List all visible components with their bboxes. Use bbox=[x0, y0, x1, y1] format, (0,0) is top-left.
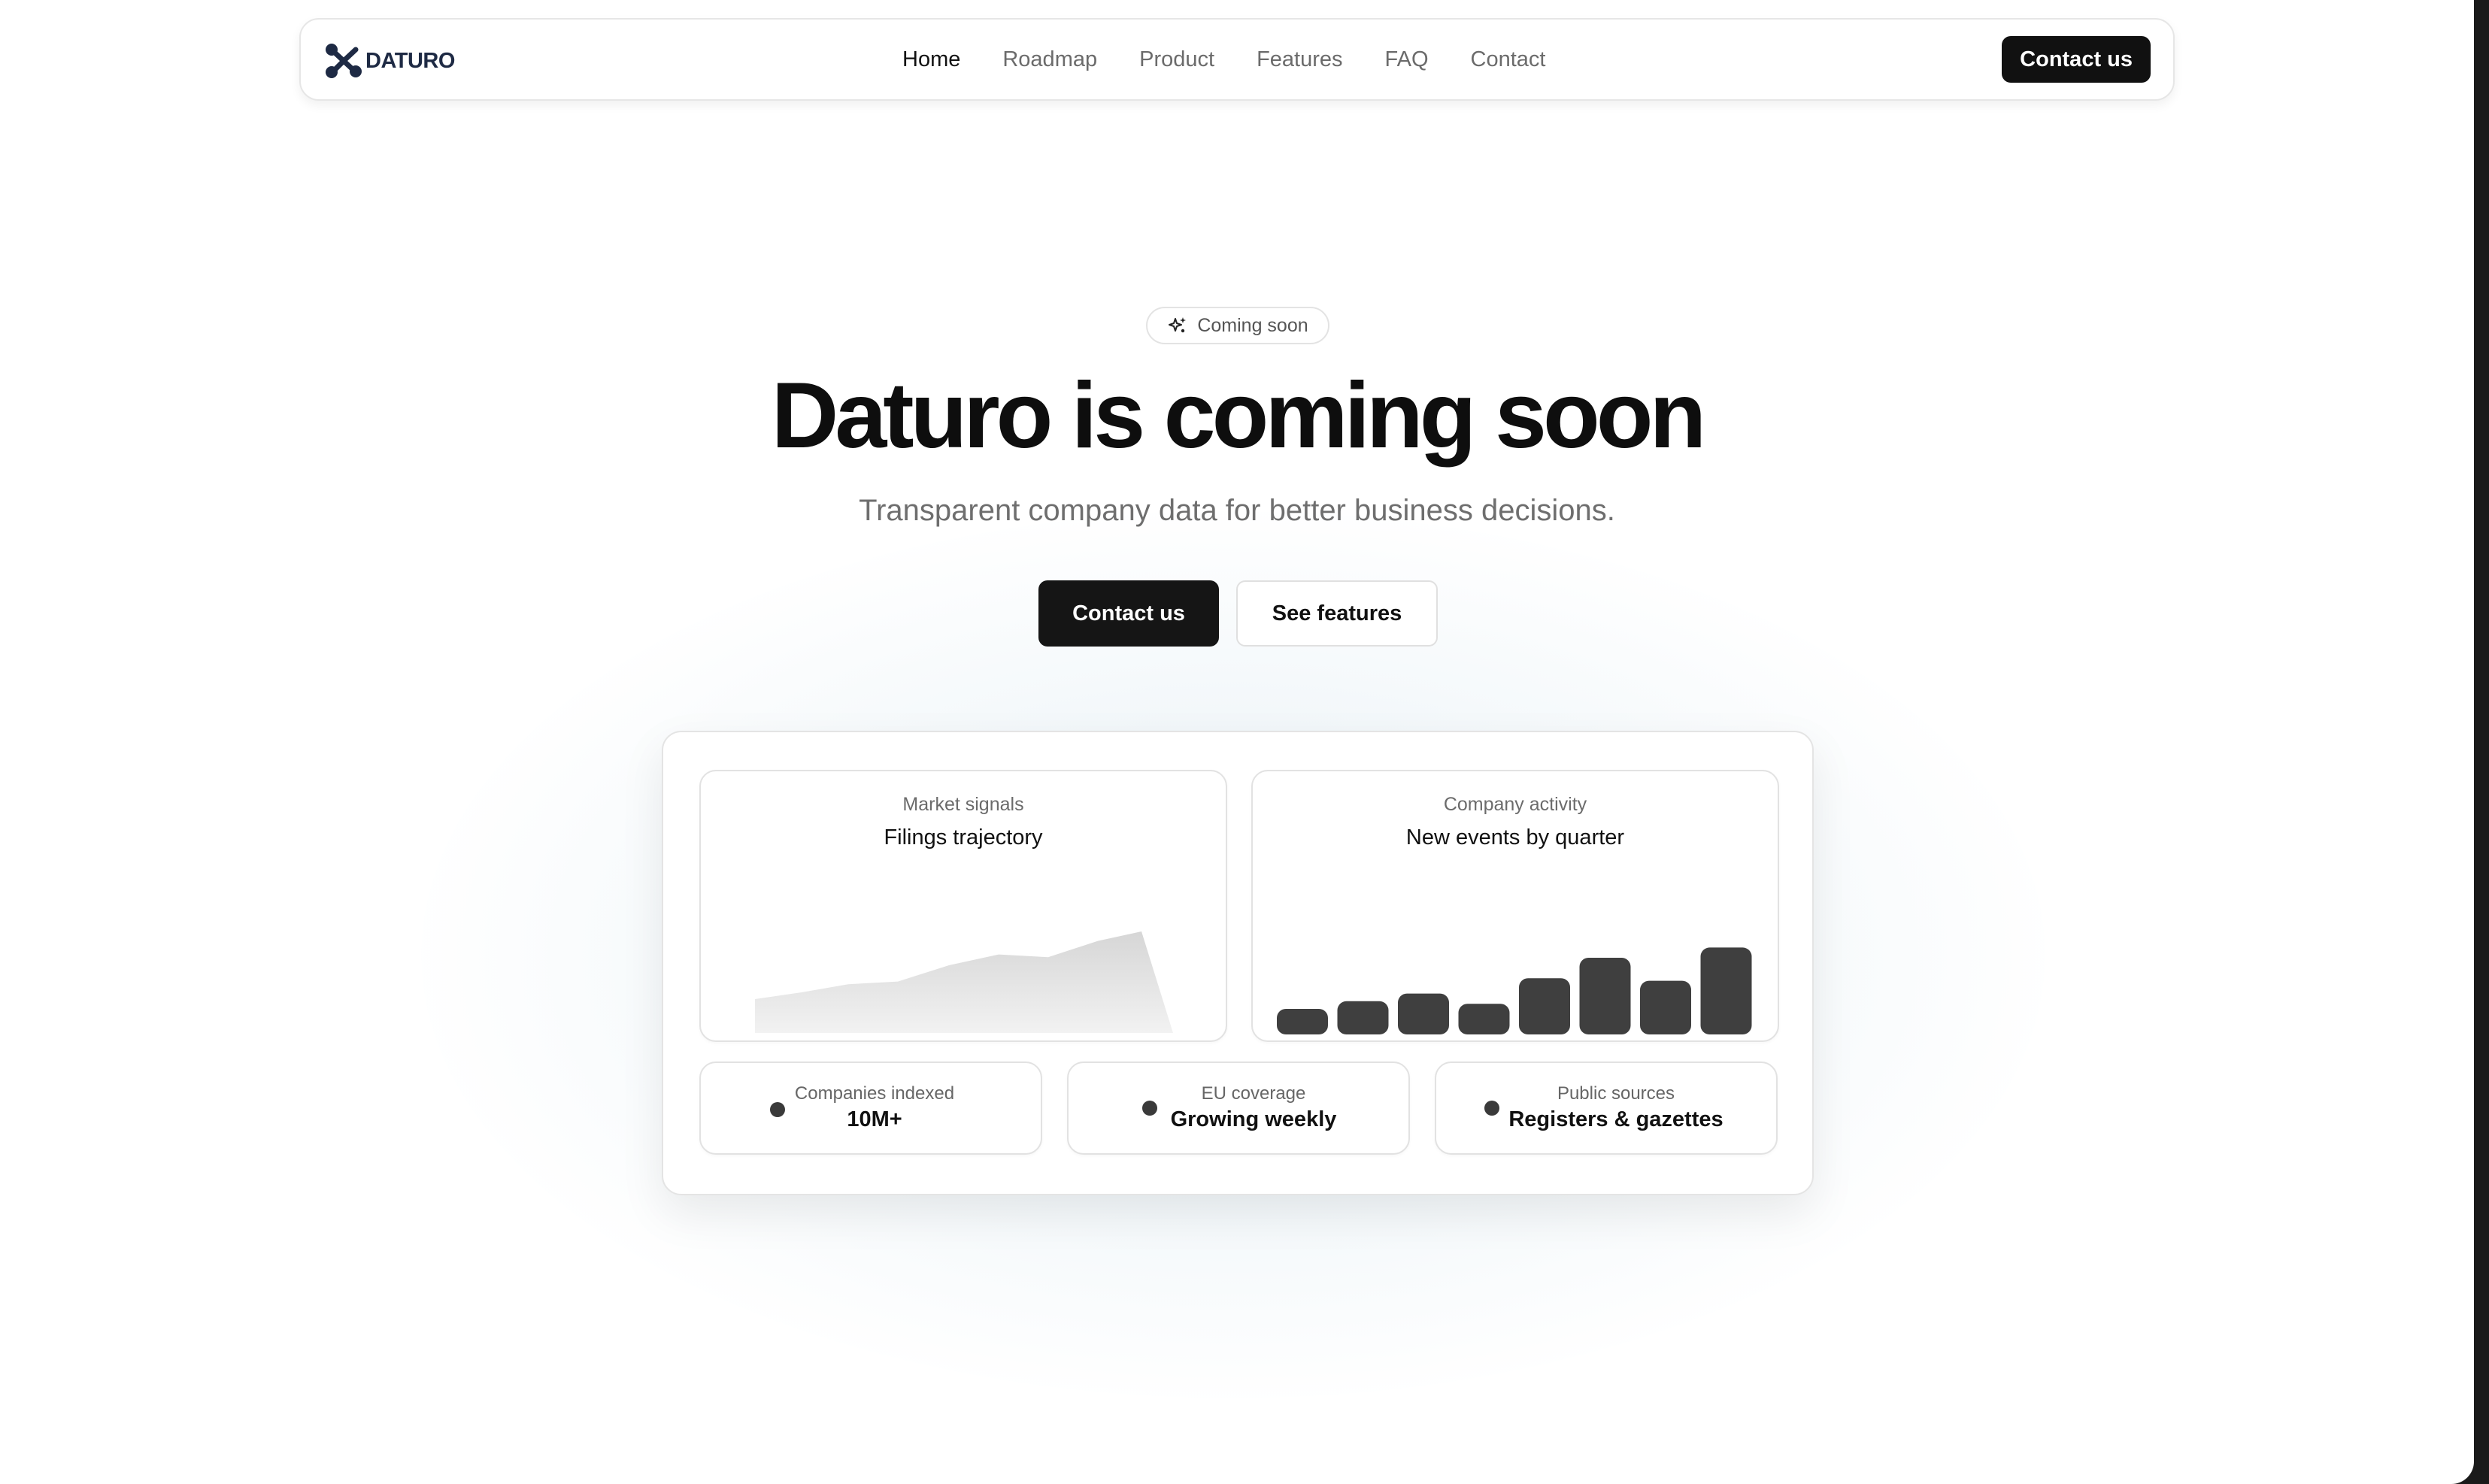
nav-links: Home Roadmap Product Features FAQ Contac… bbox=[902, 20, 1587, 99]
nav-link-product[interactable]: Product bbox=[1139, 47, 1214, 72]
bar-q7 bbox=[1640, 980, 1691, 1034]
bar-q4 bbox=[1458, 1004, 1510, 1034]
filings-area-chart bbox=[755, 931, 1173, 1033]
stat-value: Growing weekly bbox=[1170, 1107, 1337, 1131]
stat-value: Registers & gazettes bbox=[1508, 1107, 1724, 1131]
nav-link-roadmap[interactable]: Roadmap bbox=[1002, 47, 1097, 72]
bar-q8 bbox=[1700, 947, 1752, 1034]
hero-subtitle: Transparent company data for better busi… bbox=[859, 494, 1615, 527]
top-navbar: DATURO Home Roadmap Product Features FAQ… bbox=[299, 18, 2175, 101]
daturo-logo-icon bbox=[326, 44, 362, 78]
bar-q1 bbox=[1277, 1009, 1328, 1034]
bar-q2 bbox=[1337, 1001, 1389, 1034]
sparkles-icon bbox=[1169, 317, 1187, 333]
card-title: Filings trajectory bbox=[884, 825, 1043, 850]
card-eyebrow: Market signals bbox=[902, 794, 1024, 815]
bar-q6 bbox=[1579, 958, 1631, 1034]
stat-value: 10M+ bbox=[847, 1107, 902, 1131]
stat-label: Companies indexed bbox=[794, 1083, 955, 1104]
brand-logo[interactable]: DATURO bbox=[323, 41, 455, 81]
coming-soon-badge: Coming soon bbox=[1146, 307, 1329, 344]
events-bar-chart bbox=[1277, 947, 1752, 1034]
bar-q3 bbox=[1398, 993, 1449, 1034]
brand-name: DATURO bbox=[365, 48, 455, 73]
nav-link-contact[interactable]: Contact bbox=[1471, 47, 1546, 72]
nav-link-faq[interactable]: FAQ bbox=[1385, 47, 1429, 72]
stat-label: EU coverage bbox=[1201, 1083, 1306, 1104]
nav-link-features[interactable]: Features bbox=[1257, 47, 1342, 72]
company-activity-card: Company activity New events by quarter bbox=[1251, 770, 1779, 1042]
card-title: New events by quarter bbox=[1405, 825, 1625, 850]
status-dot bbox=[1142, 1101, 1157, 1116]
hero-title: Daturo is coming soon bbox=[771, 364, 1706, 468]
nav-link-home[interactable]: Home bbox=[902, 47, 960, 72]
card-eyebrow: Company activity bbox=[1443, 794, 1587, 815]
area-series bbox=[755, 931, 1173, 1033]
dashboard-preview: Market signals Filings trajectory Compan… bbox=[662, 731, 1814, 1195]
nav-contact-button[interactable]: Contact us bbox=[2002, 36, 2151, 83]
hero-contact-button[interactable]: Contact us bbox=[1038, 580, 1219, 647]
bar-q5 bbox=[1519, 978, 1570, 1034]
see-features-button[interactable]: See features bbox=[1236, 580, 1438, 647]
stat-companies-indexed: Companies indexed 10M+ bbox=[699, 1062, 1042, 1155]
stat-eu-coverage: EU coverage Growing weekly bbox=[1067, 1062, 1410, 1155]
page: DATURO Home Roadmap Product Features FAQ… bbox=[0, 0, 2474, 1484]
market-signals-card: Market signals Filings trajectory bbox=[699, 770, 1227, 1042]
badge-label: Coming soon bbox=[1197, 314, 1308, 336]
stat-public-sources: Public sources Registers & gazettes bbox=[1435, 1062, 1778, 1155]
stat-label: Public sources bbox=[1557, 1083, 1675, 1104]
